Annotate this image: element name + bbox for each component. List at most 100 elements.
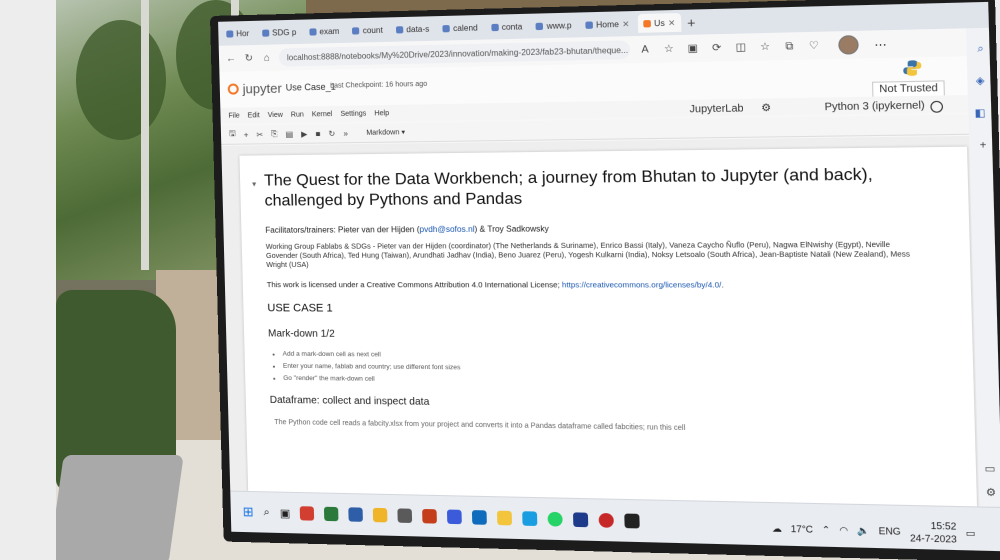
app-icon[interactable] [348,507,364,522]
instruction-list: Add a mark-down cell as next cell Enter … [272,349,461,387]
profile-avatar[interactable] [838,35,859,55]
refresh-extension-icon[interactable]: ⟳ [708,42,726,54]
save-icon[interactable]: 🖫 [229,128,236,142]
gear-icon[interactable]: ⚙ [761,103,771,115]
sidebar-toggle-icon[interactable]: ▭ [984,463,995,475]
browser-tab[interactable]: Home ✕ [580,14,635,34]
outlook-icon[interactable] [472,510,488,525]
terminal-icon[interactable] [624,513,641,529]
menu-settings[interactable]: Settings [340,110,366,118]
browser-essentials-icon[interactable]: ♡ [805,40,823,52]
close-icon[interactable]: ✕ [668,18,676,28]
dataframe-heading: Dataframe: collect and inspect data [269,394,430,408]
more-menu-icon[interactable]: ⋯ [874,37,887,51]
dataframe-instruction: The Python code cell reads a fabcity.xls… [274,419,686,433]
language-indicator[interactable]: ENG [879,526,901,537]
clock[interactable]: 15:52 24-7-2023 [909,519,957,546]
menu-run[interactable]: Run [291,111,304,118]
app-icon[interactable] [373,507,388,523]
favorite-star-icon[interactable]: ☆ [660,43,678,55]
jupyterlab-link[interactable]: JupyterLab [689,103,743,115]
task-view-icon[interactable]: ▣ [280,506,291,519]
favorites-icon[interactable]: ☆ [756,41,774,53]
search-icon[interactable]: ⌕ [977,43,984,55]
license-line: This work is licensed under a Creative C… [266,280,724,290]
home-icon[interactable]: ⌂ [261,52,273,63]
browser-tab[interactable]: data-s [391,19,435,38]
close-icon[interactable]: ✕ [622,19,629,29]
python-logo-icon [903,60,922,76]
outlook-icon[interactable]: ◧ [975,108,986,120]
browser-tab[interactable]: Hor [221,24,254,43]
notebook-title: The Quest for the Data Workbench; a jour… [263,165,873,210]
app-icon[interactable] [300,506,315,521]
windows-start-icon[interactable]: ⊞ [243,504,254,520]
clock-time: 15:52 [930,520,957,532]
run-icon[interactable]: ▶ [301,129,307,138]
whatsapp-icon[interactable] [548,511,564,527]
browser-tab[interactable]: www.p [531,16,578,36]
monitor: Hor SDG p exam count data-s calend conta… [210,0,1000,560]
browser-tab[interactable]: exam [304,22,345,41]
edge-icon[interactable] [522,511,538,527]
window-frame [141,0,149,270]
volume-icon[interactable]: 🔈 [857,525,870,537]
browser-tab[interactable]: SDG p [257,23,302,42]
license-link[interactable]: https://creativecommons.org/licenses/by/… [562,280,722,289]
email-link[interactable]: pvdh@sofos.nl [419,225,474,234]
add-icon[interactable]: + [980,140,987,152]
working-group-text: Working Group Fablabs & SDGs - Pieter va… [265,239,911,270]
collections-icon[interactable]: ⧉ [780,40,798,52]
system-tray: ☁ 17°C ⌃ ◠ 🔈 ENG 15:52 24-7-2023 ▭ [771,516,976,546]
browser-tab[interactable]: count [347,20,388,39]
menu-help[interactable]: Help [374,110,389,117]
file-explorer-icon[interactable] [497,510,513,526]
weather-temperature[interactable]: 17°C [791,524,814,535]
menu-view[interactable]: View [268,111,283,118]
restart-icon[interactable]: ↻ [328,129,335,138]
app-icon[interactable] [324,506,339,522]
app-icon[interactable] [599,512,615,528]
read-aloud-icon[interactable]: A [636,43,654,56]
extension-icon[interactable]: ▣ [684,42,702,54]
notebook-name[interactable]: Use Case_1 [286,82,336,93]
new-tab-button[interactable]: + [687,14,696,30]
back-icon[interactable]: ← [225,53,237,64]
address-bar[interactable]: localhost:8888/notebooks/My%20Drive/2023… [278,40,631,67]
tab-favicon-icon [535,22,544,30]
app-icon[interactable] [422,508,438,524]
collapse-caret-icon[interactable]: ▾ [252,180,256,189]
menu-file[interactable]: File [228,112,239,119]
notification-icon[interactable]: ▭ [966,527,976,539]
stop-icon[interactable]: ■ [315,129,320,138]
copilot-icon[interactable]: ◈ [976,75,985,87]
chevron-down-icon: ▾ [401,129,406,137]
menu-kernel[interactable]: Kernel [312,110,333,117]
cut-icon[interactable]: ✂ [256,130,263,139]
notebook-page: ▾ The Quest for the Data Workbench; a jo… [239,146,978,508]
menu-edit[interactable]: Edit [248,112,260,119]
browser-tab[interactable]: conta [486,17,528,37]
app-icon[interactable] [573,512,589,528]
url-text: localhost:8888/notebooks/My%20Drive/2023… [286,45,629,62]
add-cell-icon[interactable]: + [244,130,249,139]
clock-date: 24-7-2023 [909,532,957,545]
app-icon[interactable] [447,509,463,525]
fast-forward-icon[interactable]: » [343,128,348,137]
wifi-icon[interactable]: ◠ [839,524,848,536]
split-screen-icon[interactable]: ◫ [732,41,750,53]
cell-type-dropdown[interactable]: Markdown ▾ [366,128,405,137]
app-icon[interactable] [397,508,413,524]
copy-icon[interactable]: ⎘ [271,129,278,139]
chevron-up-icon[interactable]: ⌃ [822,524,831,536]
jupyter-logo[interactable]: jupyter [227,81,282,97]
kernel-status-icon [930,100,944,113]
refresh-icon[interactable]: ↻ [243,52,255,64]
browser-tab[interactable]: calend [437,18,483,38]
left-letterbox [0,0,56,560]
paste-icon[interactable]: ▤ [285,129,293,138]
kernel-name[interactable]: Python 3 (ipykernel) [824,100,925,113]
settings-gear-icon[interactable]: ⚙ [986,487,997,499]
browser-tab-active[interactable]: Us ✕ [637,12,681,33]
search-icon[interactable]: ⌕ [263,506,270,519]
